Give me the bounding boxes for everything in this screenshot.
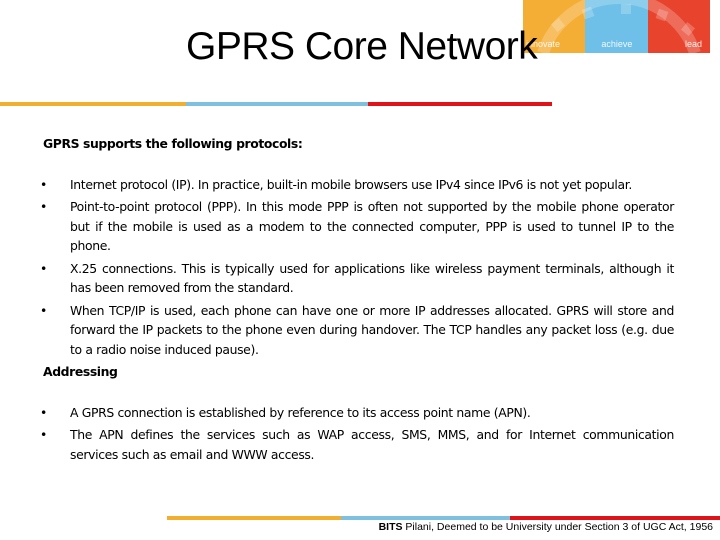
- accent-bar-blue: [186, 102, 368, 106]
- logo-segment-lead: lead: [647, 0, 710, 53]
- slide-body: GPRS supports the following protocols: •…: [40, 134, 674, 467]
- accent-bar-blue: [341, 516, 510, 520]
- protocols-list: • Internet protocol (IP). In practice, bu…: [40, 175, 674, 360]
- addressing-heading: Addressing: [43, 364, 118, 379]
- list-item: • X.25 connections. This is typically use…: [40, 259, 674, 298]
- logo-label-lead: lead: [684, 39, 702, 49]
- logo-segment-achieve: achieve: [585, 0, 648, 53]
- bullet-icon: •: [40, 176, 47, 192]
- list-item-text: X.25 connections. This is typically used…: [70, 260, 674, 296]
- accent-bar-yellow: [0, 102, 186, 106]
- list-item-text: The APN defines the services such as WAP…: [70, 427, 674, 462]
- list-item: • The APN defines the services such as WA…: [40, 425, 674, 464]
- list-item: • Point-to-point protocol (PPP). In this …: [40, 197, 674, 256]
- bullet-icon: •: [40, 260, 47, 276]
- list-item: • When TCP/IP is used, each phone can hav…: [40, 301, 674, 360]
- title-accent-bar: [0, 102, 552, 106]
- footer-text: BITS Pilani, Deemed to be University und…: [379, 521, 713, 533]
- footer-accent-bar: [167, 516, 720, 520]
- slide-title: GPRS Core Network: [186, 25, 538, 68]
- list-item-text: A GPRS connection is established by refe…: [70, 404, 531, 420]
- accent-bar-yellow: [167, 516, 341, 520]
- list-item: • A GPRS connection is established by ref…: [40, 403, 674, 423]
- list-item-text: Internet protocol (IP). In practice, bui…: [70, 176, 632, 192]
- logo-label-achieve: achieve: [601, 39, 633, 49]
- list-item-text: When TCP/IP is used, each phone can have…: [70, 302, 674, 357]
- accent-bar-red: [368, 102, 552, 106]
- list-item: • Internet protocol (IP). In practice, bu…: [40, 175, 674, 195]
- bullet-icon: •: [40, 302, 47, 318]
- accent-bar-red: [510, 516, 720, 520]
- bullet-icon: •: [40, 199, 47, 214]
- list-item-text: Point-to-point protocol (PPP). In this m…: [70, 199, 674, 253]
- bullet-icon: •: [40, 404, 47, 420]
- addressing-list: • A GPRS connection is established by ref…: [40, 403, 674, 465]
- footer-rest: Pilani, Deemed to be University under Se…: [402, 521, 713, 533]
- footer-bold: BITS: [378, 521, 403, 533]
- bullet-icon: •: [40, 427, 47, 442]
- university-logo-banner: innovate achieve lead: [523, 0, 710, 53]
- protocols-intro: GPRS supports the following protocols:: [43, 136, 303, 151]
